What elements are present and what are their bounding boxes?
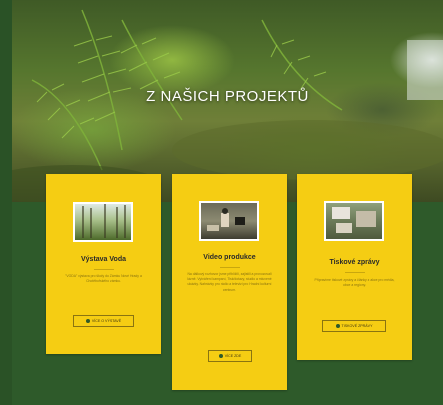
card-button-tiskove[interactable]: TISKOVÉ ZPRÁVY [322, 320, 386, 332]
press-photo-icon [324, 201, 384, 241]
video-photo-icon [199, 201, 259, 241]
project-card-video: Video produkce Na dálkový rozhovor jsme … [172, 174, 287, 390]
card-title: Výstava Voda [80, 256, 126, 263]
page: Z NAŠICH PROJEKTŮ Výstava Voda "VODA" vý… [0, 0, 443, 405]
hero-title: Z NAŠICH PROJEKTŮ [146, 88, 309, 105]
project-card-vystava: Výstava Voda "VODA" výstava pro školy do… [46, 174, 161, 354]
card-button-label: VÍCE ZDE [224, 354, 242, 358]
card-button-vystava[interactable]: VÍCE O VÝSTAVĚ [73, 315, 134, 327]
card-button-label: VÍCE O VÝSTAVĚ [91, 319, 122, 323]
card-title: Tiskové zprávy [329, 259, 380, 266]
card-button-video[interactable]: VÍCE ZDE [208, 350, 252, 362]
forest-photo-icon [73, 202, 133, 242]
card-description: Připravíme tiskové zprávy a články z akc… [314, 278, 395, 288]
arrow-circle-icon [85, 319, 90, 324]
divider [93, 269, 114, 270]
card-description: Na dálkový rozhovor jsme přiblížili, zaj… [187, 272, 272, 292]
arrow-circle-icon [218, 354, 223, 359]
arrow-circle-icon [335, 324, 340, 329]
card-description: "VODA" výstava pro školy do Zámku Nové H… [65, 274, 142, 284]
left-edge [0, 0, 12, 405]
project-card-tiskove: Tiskové zprávy Připravíme tiskové zprávy… [297, 174, 412, 360]
card-button-label: TISKOVÉ ZPRÁVY [341, 324, 373, 328]
card-title: Video produkce [203, 254, 256, 261]
divider [344, 272, 365, 273]
divider [219, 267, 240, 268]
